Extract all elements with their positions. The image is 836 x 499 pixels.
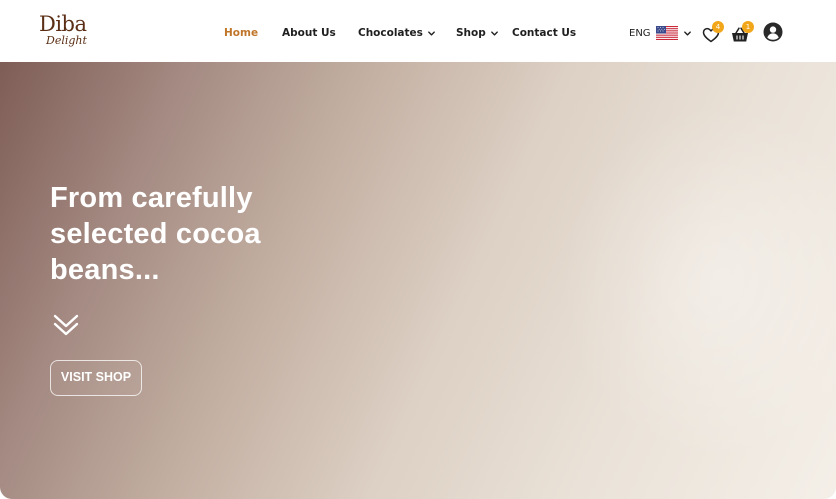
nav-about-us[interactable]: About Us [282,25,336,41]
language-selector[interactable]: ENG [629,24,692,42]
logo-sub-text: Delight [46,34,87,47]
hero-banner: From carefully selected cocoa beans... V… [0,62,836,499]
chevron-down-icon [683,30,691,36]
account-button[interactable] [763,22,785,44]
site-header: Diba Delight Home About Us Chocolates Sh… [0,0,836,62]
nav-chocolates[interactable]: Chocolates [358,25,436,41]
nav-shop-label: Shop [456,27,486,39]
nav-chocolates-label: Chocolates [358,27,423,39]
double-chevron-down-icon[interactable] [52,312,80,338]
nav-home[interactable]: Home [224,25,258,41]
nav-home-label: Home [224,27,259,39]
brand-logo[interactable]: Diba Delight [38,12,96,52]
wishlist-count-badge: 4 [712,21,724,33]
nav-shop[interactable]: Shop [456,25,499,41]
hero-title: From carefully selected cocoa beans... [50,182,261,286]
nav-about-us-label: About Us [282,27,336,39]
wishlist-button[interactable]: 4 [701,21,724,44]
cart-button[interactable]: 1 [731,21,754,44]
nav-contact-us-label: Contact Us [512,27,577,39]
visit-shop-button[interactable]: VISIT SHOP [50,360,142,396]
nav-contact-us[interactable]: Contact Us [512,25,576,41]
us-flag-icon [655,26,678,40]
chevron-down-icon [490,30,498,36]
cart-count-badge: 1 [742,21,754,33]
user-icon [763,22,783,42]
logo-main-text: Diba [39,12,87,36]
hero-background-glow [560,102,836,462]
language-label: ENG [629,27,651,39]
chevron-down-icon [428,30,435,36]
